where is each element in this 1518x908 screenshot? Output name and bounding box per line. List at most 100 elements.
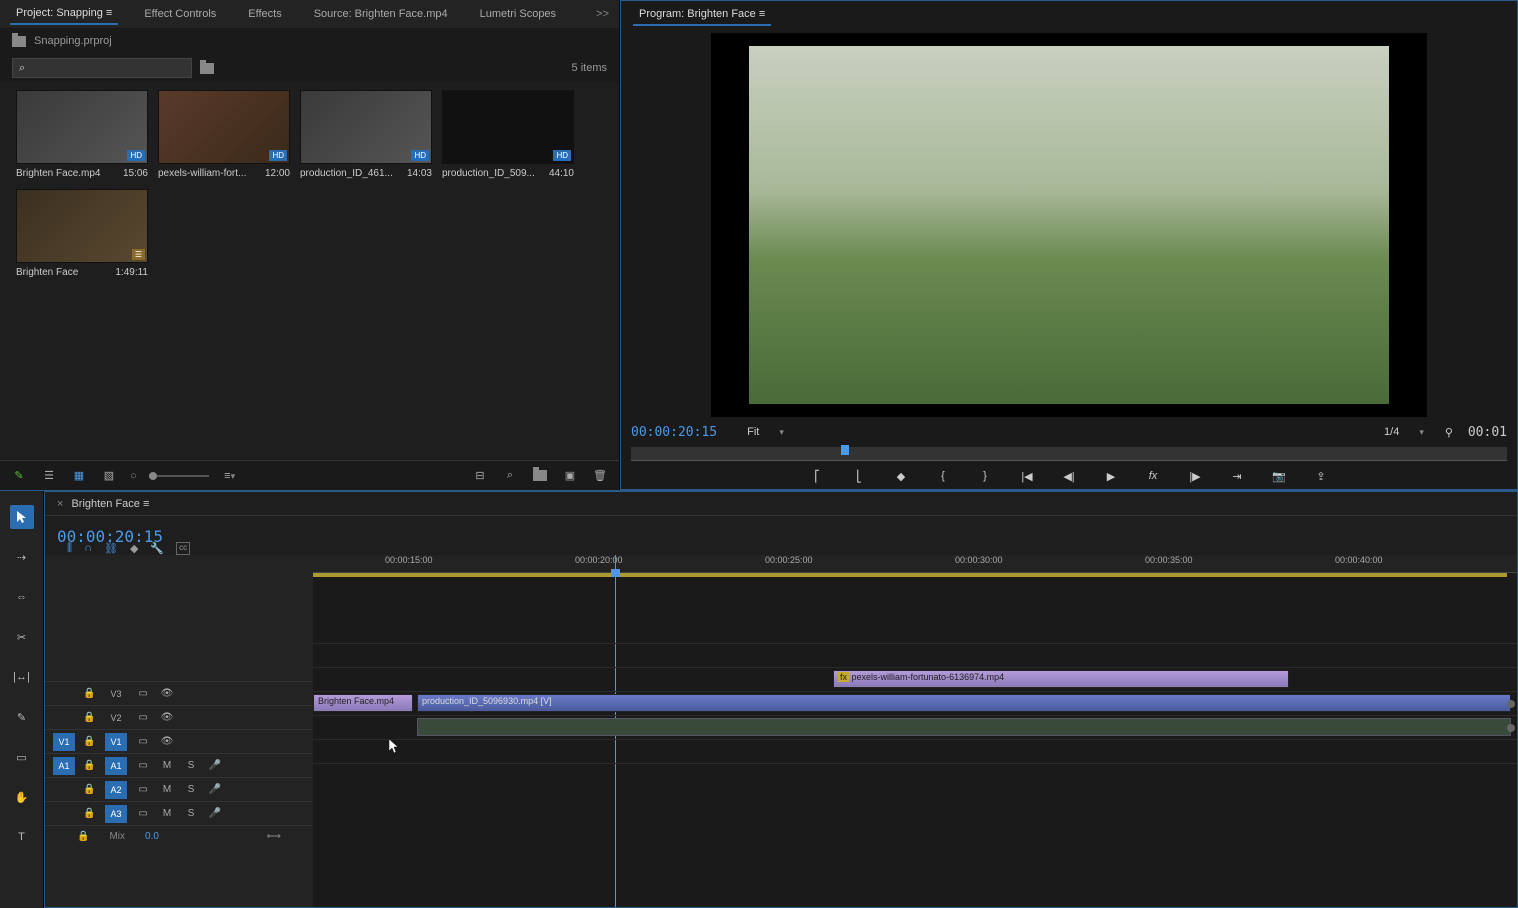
tab-program[interactable]: Program: Brighten Face [633, 4, 771, 26]
panel-menu-icon[interactable] [106, 7, 112, 19]
settings-wrench-icon[interactable]: 🔧 [150, 542, 164, 555]
tab-project[interactable]: Project: Snapping [10, 3, 118, 25]
new-bin-icon[interactable] [531, 467, 549, 485]
track-head-v1[interactable]: V1 🔒 V1 ▭ 👁 [45, 729, 313, 753]
bin-item[interactable]: HD production_ID_509...44:10 [442, 90, 574, 179]
solo-button[interactable]: S [183, 760, 199, 771]
tab-lumetri-scopes[interactable]: Lumetri Scopes [474, 4, 562, 24]
eye-icon[interactable]: 👁 [159, 736, 175, 747]
clip-v2[interactable]: fx pexels-william-fortunato-6136974.mp4 [833, 670, 1289, 688]
sort-icon[interactable]: ≡ [221, 467, 239, 485]
export-frame-icon[interactable]: 📷 [1268, 467, 1290, 485]
track-v2[interactable]: fx pexels-william-fortunato-6136974.mp4 [313, 667, 1517, 691]
bin-icon[interactable] [12, 36, 26, 47]
clip-thumbnail[interactable]: HD [158, 90, 290, 164]
pen-tool[interactable]: ✎ [10, 705, 34, 729]
sequence-tab[interactable]: Brighten Face [71, 498, 149, 510]
clip-thumbnail[interactable]: HD [16, 90, 148, 164]
bin-item[interactable]: HD Brighten Face.mp415:06 [16, 90, 148, 179]
freeform-view-icon[interactable]: ▧ [100, 467, 118, 485]
track-a1[interactable] [313, 715, 1517, 739]
lock-icon[interactable]: 🔒 [83, 688, 97, 699]
track-head-v3[interactable]: 🔒 V3 ▭ 👁 [45, 681, 313, 705]
source-patch-v1[interactable]: V1 [53, 733, 75, 751]
panel-menu-icon[interactable] [143, 498, 149, 510]
playhead-indicator[interactable] [841, 445, 849, 455]
snap-icon[interactable]: ∩ [84, 542, 92, 555]
tab-effect-controls[interactable]: Effect Controls [138, 4, 222, 24]
track-head-a1[interactable]: A1 🔒 A1 ▭ M S 🎤 [45, 753, 313, 777]
eye-icon[interactable]: 👁 [159, 688, 175, 699]
track-head-v2[interactable]: 🔒 V2 ▭ 👁 [45, 705, 313, 729]
panel-menu-icon[interactable] [759, 8, 765, 20]
timeline-tracks[interactable]: 00:00:15:00 00:00:20:00 00:00:25:00 00:0… [313, 555, 1517, 907]
project-search-input[interactable] [25, 61, 185, 76]
source-patch-a1[interactable]: A1 [53, 757, 75, 775]
voice-over-icon[interactable]: 🎤 [207, 760, 223, 771]
track-label[interactable]: V2 [105, 709, 127, 727]
solo-button[interactable]: S [183, 784, 199, 795]
track-scroll-a1[interactable] [1507, 724, 1515, 732]
trash-icon[interactable]: 🗑 [591, 467, 609, 485]
lock-icon[interactable]: 🔒 [83, 736, 97, 747]
track-v1[interactable]: Brighten Face.mp4 production_ID_5096930.… [313, 691, 1517, 715]
clip-a1[interactable] [417, 718, 1511, 736]
track-a2[interactable] [313, 739, 1517, 763]
close-tab-icon[interactable]: × [57, 498, 63, 510]
tabs-overflow[interactable]: >> [596, 8, 609, 20]
sequence-thumbnail[interactable]: ☰ [16, 189, 148, 263]
project-search[interactable]: ⌕ [12, 58, 192, 78]
find-icon[interactable]: ⌕ [501, 467, 519, 485]
bin-item[interactable]: ☰ Brighten Face1:49:11 [16, 189, 148, 278]
marker-icon[interactable]: ◆ [130, 542, 138, 555]
write-icon[interactable]: ✎ [10, 467, 28, 485]
settings-icon[interactable]: ⚲ [1440, 423, 1458, 441]
sync-lock-icon[interactable]: ▭ [135, 736, 151, 747]
go-to-out-icon[interactable]: } [974, 467, 996, 485]
linked-sel-icon[interactable]: ⛓ [104, 542, 118, 555]
voice-over-icon[interactable]: 🎤 [207, 784, 223, 795]
step-fwd-icon[interactable]: |▶ [1184, 467, 1206, 485]
cc-icon[interactable]: cc [176, 542, 190, 555]
go-to-in-icon[interactable]: { [932, 467, 954, 485]
automate-icon[interactable]: ⊟ [471, 467, 489, 485]
sync-lock-icon[interactable]: ▭ [135, 712, 151, 723]
lock-icon[interactable]: 🔒 [83, 808, 97, 819]
clip-thumbnail[interactable]: HD [442, 90, 574, 164]
eye-icon[interactable]: 👁 [159, 712, 175, 723]
ripple-edit-tool[interactable]: ⇔ [10, 585, 34, 609]
sync-lock-icon[interactable]: ▭ [135, 808, 151, 819]
hand-tool[interactable]: ✋ [10, 785, 34, 809]
lock-icon[interactable]: 🔒 [83, 712, 97, 723]
slip-tool[interactable]: |↔| [10, 665, 34, 689]
tab-effects[interactable]: Effects [242, 4, 287, 24]
track-a3[interactable] [313, 763, 1517, 787]
razor-tool[interactable]: ✂ [10, 625, 34, 649]
track-label[interactable]: A2 [105, 781, 127, 799]
sync-lock-icon[interactable]: ▭ [135, 784, 151, 795]
play-icon[interactable]: ▶ [1100, 467, 1122, 485]
track-label[interactable]: A3 [105, 805, 127, 823]
selection-tool[interactable] [10, 505, 34, 529]
tab-source[interactable]: Source: Brighten Face.mp4 [308, 4, 454, 24]
bin-item[interactable]: HD pexels-william-fort...12:00 [158, 90, 290, 179]
clip-thumbnail[interactable]: HD [300, 90, 432, 164]
sync-lock-icon[interactable]: ▭ [135, 760, 151, 771]
frame-fwd-icon[interactable]: fx [1142, 467, 1164, 485]
track-select-tool[interactable]: ⇢ [10, 545, 34, 569]
mute-button[interactable]: M [159, 760, 175, 771]
new-item-icon[interactable]: ▣ [561, 467, 579, 485]
rectangle-tool[interactable]: ▭ [10, 745, 34, 769]
filter-bin-icon[interactable] [200, 63, 214, 74]
list-view-icon[interactable]: ☰ [40, 467, 58, 485]
expand-icon[interactable]: ⟷ [267, 831, 281, 842]
lock-icon[interactable]: 🔒 [83, 760, 97, 771]
clip-v1-b[interactable]: production_ID_5096930.mp4 [V] [417, 694, 1511, 712]
time-ruler[interactable]: 00:00:15:00 00:00:20:00 00:00:25:00 00:0… [313, 555, 1517, 573]
mute-button[interactable]: M [159, 784, 175, 795]
add-marker-icon[interactable]: ◆ [890, 467, 912, 485]
type-tool[interactable]: T [10, 825, 34, 849]
program-monitor[interactable] [711, 33, 1427, 417]
lift-icon[interactable]: ⇥ [1226, 467, 1248, 485]
lock-icon[interactable]: 🔒 [77, 831, 89, 842]
